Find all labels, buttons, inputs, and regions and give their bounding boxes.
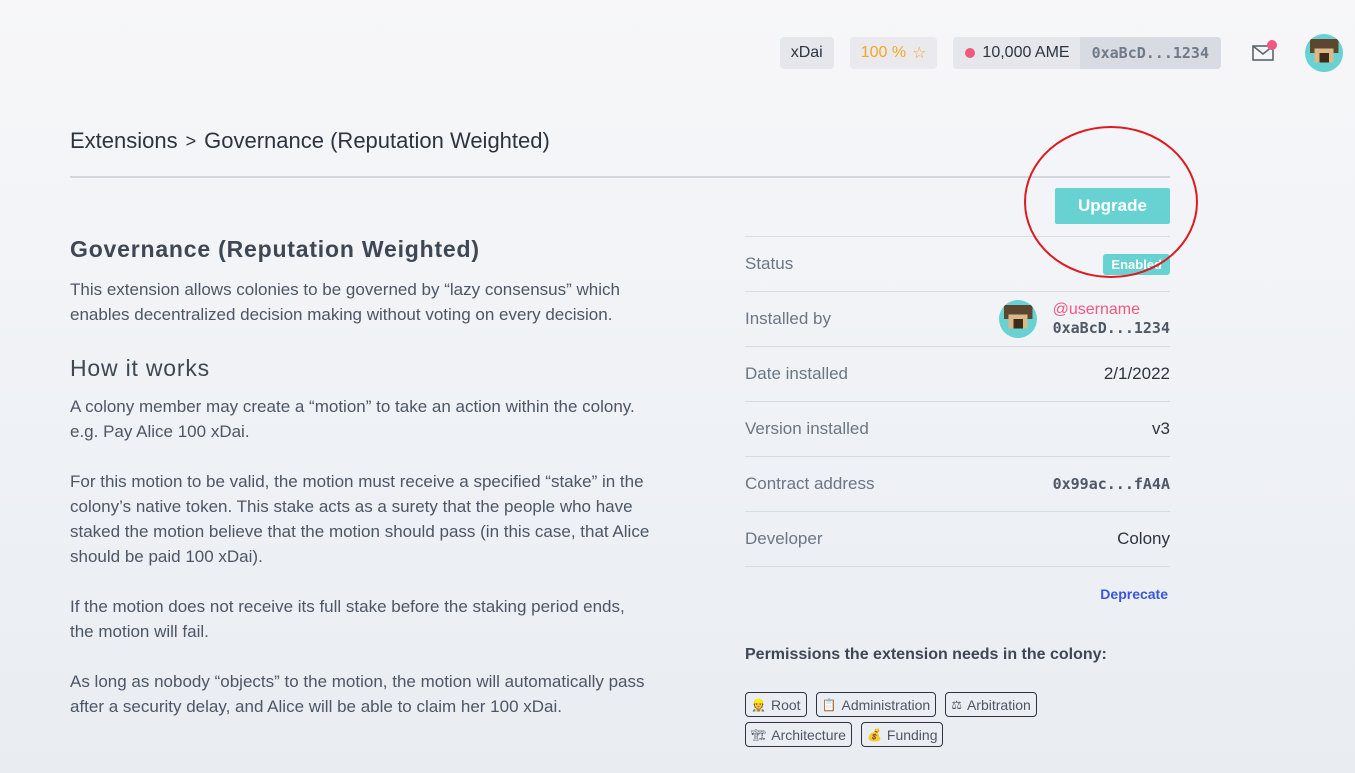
permissions-title: Permissions the extension needs in the c… [745,646,1107,663]
wallet-address[interactable]: 0xaBcD...1234 [1079,37,1221,69]
how-paragraph: If the motion does not receive its full … [70,597,625,641]
upgrade-button[interactable]: Upgrade [1055,188,1170,224]
date-value: 2/1/2022 [1103,364,1170,383]
permission-arbitration: ⚖ Arbitration [945,692,1037,717]
crane-icon: 🏗 [751,727,767,742]
status-badge: Enabled [1103,253,1170,275]
extension-intro: This extension allows colonies to be gov… [70,280,620,324]
permission-funding: 💰 Funding [860,722,944,747]
version-label: Version installed [745,419,869,438]
how-paragraph: For this motion to be valid, the motion … [70,472,650,566]
avatar-icon [1305,34,1343,72]
balance-value: 10,000 AME [982,44,1070,61]
inbox-button[interactable] [1245,37,1281,69]
permission-label: Root [770,696,801,713]
wallet-widget[interactable]: 10,000 AME 0xaBcD...1234 [953,37,1221,69]
version-value: v3 [1152,419,1170,438]
reputation-value: 100 % [860,44,907,61]
how-paragraph: A colony member may create a “motion” to… [70,397,635,441]
network-badge[interactable]: xDai [779,37,834,69]
installer-info[interactable]: @username 0xaBcD...1234 [998,300,1170,338]
developer-value: Colony [1117,529,1170,548]
breadcrumb: Extensions > Governance (Reputation Weig… [70,128,550,154]
reputation-badge[interactable]: 100 % ☆ [849,37,938,69]
contract-address[interactable]: 0x99ac...fA4A [1053,475,1170,493]
avatar-icon [998,300,1037,338]
installer-username[interactable]: @username [1053,301,1170,319]
installer-avatar [998,300,1037,338]
how-it-works-heading: How it works [70,355,210,381]
breadcrumb-separator: > [185,130,197,151]
extension-details-panel: Upgrade Status Enabled Installed by @use… [745,188,1170,747]
status-label: Status [745,254,794,273]
how-paragraph: As long as nobody “objects” to the motio… [70,672,645,716]
permission-label: Administration [841,696,931,713]
date-row: Date installed 2/1/2022 [745,346,1170,401]
contract-row: Contract address 0x99ac...fA4A [745,456,1170,511]
permission-administration: 📋 Administration [815,692,937,717]
installer-address: 0xaBcD...1234 [1052,319,1170,337]
permission-label: Funding [886,726,938,743]
top-bar: xDai 100 % ☆ 10,000 AME 0xaBcD...1234 [779,34,1343,72]
user-avatar[interactable] [1305,34,1343,72]
developer-label: Developer [745,529,823,548]
extension-title: Governance (Reputation Weighted) [70,236,480,262]
permission-architecture: 🏗 Architecture [745,722,852,747]
clipboard-icon: 📋 [821,697,837,712]
breadcrumb-extensions[interactable]: Extensions [70,128,178,154]
permission-label: Arbitration [966,696,1031,713]
permission-root: 👷 Root [745,692,807,717]
star-icon: ☆ [912,45,927,62]
token-balance: 10,000 AME [953,44,1079,62]
deprecate-button[interactable]: Deprecate [1100,586,1170,602]
root-icon: 👷 [751,697,766,712]
money-bag-icon: 💰 [866,727,882,742]
permission-label: Architecture [771,726,846,743]
date-label: Date installed [745,364,849,383]
contract-label: Contract address [745,474,875,493]
scales-icon: ⚖ [951,697,962,712]
installed-by-label: Installed by [745,309,831,328]
breadcrumb-current: Governance (Reputation Weighted) [204,128,550,153]
permissions-list: 👷 Root 📋 Administration ⚖ Arbitration 🏗 … [745,692,1085,747]
divider [70,176,1170,178]
version-row: Version installed v3 [745,401,1170,456]
installed-by-row: Installed by @username 0xaBcD...1234 [745,291,1170,346]
notification-dot [1267,40,1277,50]
status-row: Status Enabled [745,236,1170,291]
developer-row: Developer Colony [745,511,1170,566]
status-dot-icon [965,48,976,58]
extension-description: Governance (Reputation Weighted) This ex… [70,236,650,744]
